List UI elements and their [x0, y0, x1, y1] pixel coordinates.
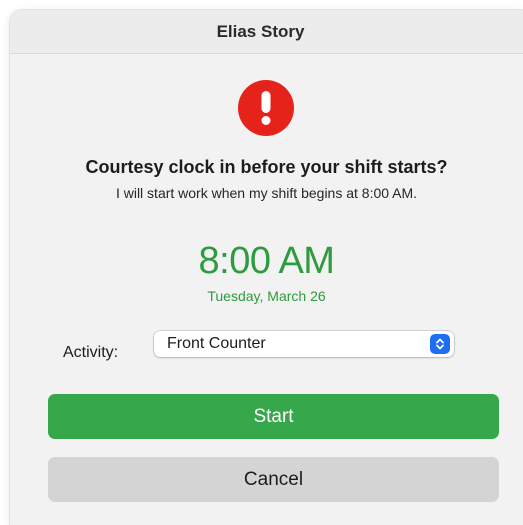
shift-date: Tuesday, March 26	[207, 288, 326, 304]
alert-headline: Courtesy clock in before your shift star…	[85, 157, 448, 177]
cancel-button[interactable]: Cancel	[48, 457, 499, 502]
title-bar: Elias Story	[10, 10, 523, 54]
clock-in-dialog: Elias Story Courtesy clock in before you…	[10, 10, 523, 525]
chevron-up-down-icon	[430, 334, 450, 354]
window-title: Elias Story	[216, 21, 305, 41]
exclamation-icon	[238, 80, 294, 136]
shift-start-time: 8:00 AM	[198, 240, 335, 282]
start-button[interactable]: Start	[48, 394, 499, 439]
activity-select[interactable]: Front Counter	[154, 331, 454, 357]
alert-message: I will start work when my shift begins a…	[115, 185, 418, 201]
activity-select-value: Front Counter	[167, 335, 266, 352]
activity-label: Activity:	[63, 344, 119, 361]
